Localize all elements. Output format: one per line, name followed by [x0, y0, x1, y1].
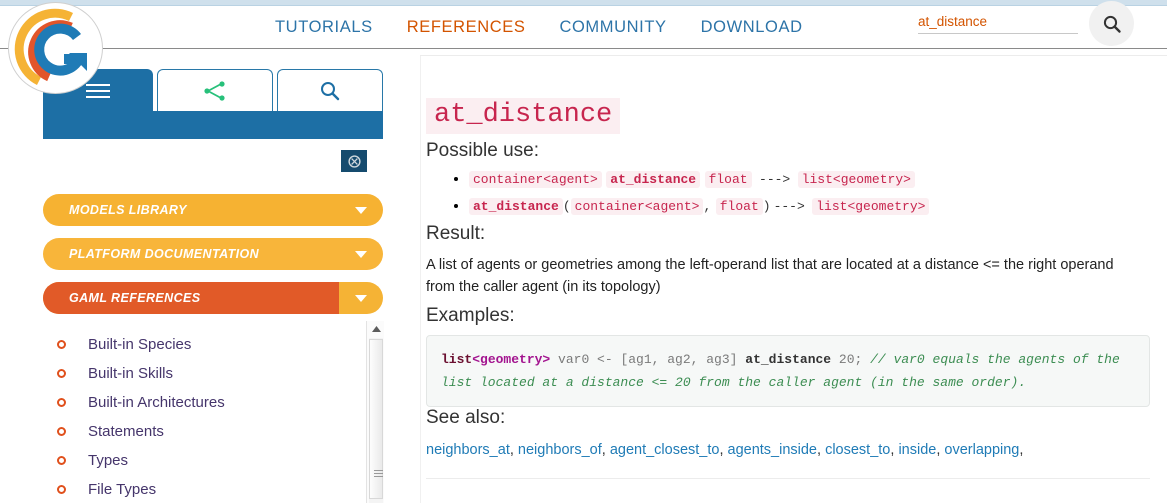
code-token: container<agent>	[570, 198, 704, 215]
sidebar-item-list: Built-in Species Built-in Skills Built-i…	[43, 330, 368, 503]
scrollbar-thumb[interactable]	[369, 339, 383, 499]
sidebar-item-label: Built-in Architectures	[88, 394, 225, 411]
comma-token: ,	[703, 199, 712, 214]
code-token: at_distance	[745, 352, 832, 367]
result-text: A list of agents or geometries among the…	[426, 257, 1114, 295]
logo-circle	[8, 2, 103, 94]
sidebar-item-file-types[interactable]: File Types	[43, 475, 368, 503]
code-token: var0 <- [ag1, ag2, ag3]	[550, 352, 746, 367]
sidebar-tab-sitemap[interactable]	[157, 69, 273, 111]
code-token: list<geometry>	[797, 171, 915, 188]
sidebar-item-label: Types	[88, 452, 129, 469]
bullet-icon	[57, 485, 66, 494]
sidebar-item-types[interactable]: Types	[43, 446, 368, 475]
bullet-icon	[57, 427, 66, 436]
see-also-link[interactable]: inside	[898, 442, 936, 458]
accordion-gaml-references[interactable]: GAML REFERENCES	[43, 282, 383, 314]
content-divider	[426, 478, 1150, 479]
sidebar-item-label: File Types	[88, 481, 157, 498]
node-graph-icon	[204, 80, 225, 101]
site-logo[interactable]	[8, 2, 103, 94]
arrow-token: --->	[759, 172, 791, 187]
main-content: at_distance Possible use: container<agen…	[420, 56, 1167, 503]
search-icon	[1103, 15, 1121, 33]
see-also-link[interactable]: overlapping	[944, 442, 1019, 458]
bullet-icon	[57, 456, 66, 465]
bullet-icon	[57, 398, 66, 407]
see-also-heading: See also:	[426, 407, 506, 428]
see-also-link[interactable]: agent_closest_to	[610, 442, 720, 458]
search-icon	[321, 81, 340, 100]
paren-token: )	[762, 199, 771, 214]
sidebar-item-built-in-skills[interactable]: Built-in Skills	[43, 359, 368, 388]
accordion-label: MODELS LIBRARY	[69, 203, 187, 217]
sidebar-item-statements[interactable]: Statements	[43, 417, 368, 446]
sidebar-item-label: Built-in Skills	[88, 365, 174, 382]
code-token: <geometry>	[472, 352, 551, 367]
result-heading: Result:	[426, 223, 486, 244]
code-token: at_distance	[469, 198, 563, 215]
chevron-down-icon	[339, 294, 383, 302]
page-root: TUTORIALS REFERENCES COMMUNITY DOWNLOAD	[0, 0, 1167, 503]
list-item: container<agent> at_distance float ---> …	[469, 169, 929, 190]
accordion-label: GAML REFERENCES	[43, 282, 339, 314]
possible-use-list: container<agent> at_distance float ---> …	[449, 169, 930, 223]
code-token: float	[704, 171, 752, 188]
sidebar-item-built-in-architectures[interactable]: Built-in Architectures	[43, 388, 368, 417]
chevron-down-icon	[339, 206, 383, 214]
search-button[interactable]	[1089, 1, 1134, 46]
main-nav: TUTORIALS REFERENCES COMMUNITY DOWNLOAD	[258, 6, 820, 49]
sidebar-collapse-button[interactable]	[341, 150, 367, 172]
arrow-token: --->	[773, 199, 805, 214]
accordion-platform-documentation[interactable]: PLATFORM DOCUMENTATION	[43, 238, 383, 270]
gama-logo-icon	[14, 8, 88, 86]
code-token: float	[715, 198, 763, 215]
possible-use-heading: Possible use:	[426, 140, 540, 161]
sidebar-tabs-bar	[43, 111, 383, 139]
sidebar-scrollbar[interactable]	[366, 321, 384, 503]
see-also-link[interactable]: neighbors_of	[518, 442, 602, 458]
header-search	[918, 12, 1078, 34]
accordion-models-library[interactable]: MODELS LIBRARY	[43, 194, 383, 226]
nav-item-references[interactable]: REFERENCES	[390, 18, 543, 37]
sidebar-item-label: Statements	[88, 423, 164, 440]
code-token: list<geometry>	[812, 198, 930, 215]
page-title: at_distance	[426, 98, 621, 134]
see-also-link[interactable]: closest_to	[825, 442, 890, 458]
scrollbar-grip	[374, 470, 383, 478]
examples-heading: Examples:	[426, 305, 515, 326]
code-token: 20;	[831, 352, 863, 367]
see-also-link[interactable]: agents_inside	[728, 442, 818, 458]
bullet-icon	[57, 369, 66, 378]
nav-item-tutorials[interactable]: TUTORIALS	[258, 18, 390, 37]
nav-item-download[interactable]: DOWNLOAD	[684, 18, 820, 37]
paren-token: (	[562, 199, 571, 214]
bullet-icon	[57, 340, 66, 349]
accordion-label: PLATFORM DOCUMENTATION	[69, 247, 260, 261]
search-input[interactable]	[918, 12, 1078, 34]
see-also-link[interactable]: neighbors_at	[426, 442, 510, 458]
collapse-icon	[347, 154, 361, 168]
code-token: at_distance	[606, 171, 701, 188]
code-token: list	[441, 352, 473, 367]
nav-item-community[interactable]: COMMUNITY	[542, 18, 683, 37]
sidebar-tab-search[interactable]	[277, 69, 383, 111]
chevron-down-icon	[339, 250, 383, 258]
example-code-block: list<geometry> var0 <- [ag1, ag2, ag3] a…	[426, 335, 1150, 407]
code-token: container<agent>	[469, 171, 602, 188]
scroll-up-arrow-icon[interactable]	[367, 321, 385, 337]
sidebar-item-built-in-species[interactable]: Built-in Species	[43, 330, 368, 359]
list-item: at_distance(container<agent>, float)--->…	[469, 196, 930, 217]
sidebar-item-label: Built-in Species	[88, 336, 192, 353]
see-also-links: neighbors_at, neighbors_of, agent_closes…	[426, 442, 1024, 458]
